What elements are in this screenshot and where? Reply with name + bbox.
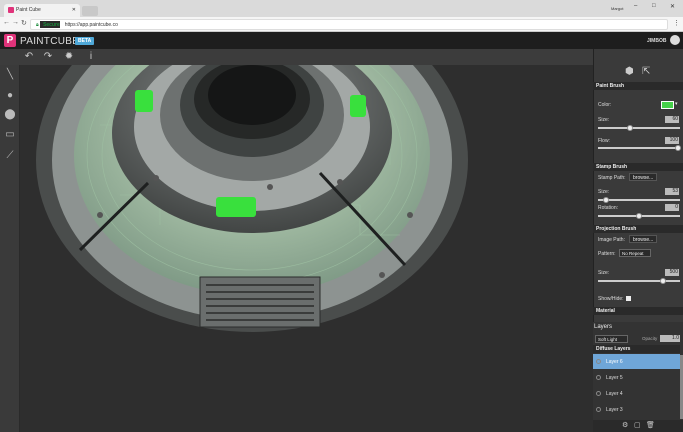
showhide-checkbox[interactable] <box>626 296 631 301</box>
pattern-select[interactable]: No Repeat <box>619 249 651 257</box>
tab-title: Paint Cube <box>16 7 41 13</box>
minimize-icon[interactable]: – <box>634 3 637 9</box>
layer-item[interactable]: Layer 3 <box>593 402 680 417</box>
maximize-icon[interactable]: □ <box>652 3 656 9</box>
layer-item[interactable]: Layer 6 <box>593 354 680 369</box>
logo-icon: P <box>4 34 16 47</box>
new-layer-icon[interactable]: ▢ <box>634 421 641 429</box>
browser-menu-icon[interactable]: ⋮ <box>673 19 680 27</box>
back-icon[interactable]: ← <box>3 19 10 26</box>
layer-name: Layer 5 <box>606 375 623 381</box>
circle-icon[interactable]: ● <box>3 89 17 103</box>
layer-name: Layer 6 <box>606 359 623 365</box>
brush-icon[interactable]: ╲ <box>3 68 17 82</box>
info-icon[interactable]: i <box>84 50 98 64</box>
delete-layer-icon[interactable]: 🗑︎ <box>646 421 655 429</box>
secure-label: Secure <box>40 21 60 28</box>
user-name[interactable]: JIMBOB <box>647 38 666 44</box>
3d-model[interactable] <box>20 65 593 432</box>
fill-icon[interactable]: ⬤ <box>3 108 17 122</box>
avatar[interactable] <box>670 35 680 45</box>
eyedropper-icon[interactable]: ⟋ <box>3 149 17 163</box>
material-header[interactable]: Material <box>593 307 683 315</box>
app-header <box>0 32 683 49</box>
paint-size-label: Size: <box>598 117 610 123</box>
layer-item[interactable]: Layer 4 <box>593 386 680 401</box>
beta-badge: BETA <box>75 37 95 45</box>
color-swatch[interactable] <box>661 101 674 109</box>
rotation-value[interactable]: 0 <box>665 204 679 211</box>
flow-value[interactable]: 100 <box>665 137 679 144</box>
flow-knob[interactable] <box>675 145 681 151</box>
projection-browse-button[interactable]: browse... <box>629 235 658 243</box>
layer-name: Layer 4 <box>606 391 623 397</box>
cube-icon[interactable]: ⬢ <box>625 66 634 77</box>
address-input[interactable]: 🔒︎ Secure https://app.paintcube.co <box>30 19 668 30</box>
stamp-size-value[interactable]: 53 <box>665 188 679 195</box>
color-dropdown-icon[interactable]: ▾ <box>675 101 678 107</box>
stamp-browse-button[interactable]: browse... <box>629 173 658 181</box>
stamp-size-knob[interactable] <box>603 197 609 203</box>
rotation-label: Rotation: <box>598 205 619 211</box>
paint-size-knob[interactable] <box>627 125 633 131</box>
stamp-size-label: Size: <box>598 189 610 195</box>
new-tab-button[interactable] <box>82 6 98 16</box>
browser-tab[interactable]: Paint Cube ✕ <box>4 4 80 17</box>
share-icon[interactable]: ⇱ <box>642 66 650 77</box>
close-window-icon[interactable]: ✕ <box>670 3 675 10</box>
reload-icon[interactable]: ↻ <box>21 19 27 27</box>
projection-size-knob[interactable] <box>660 278 666 284</box>
eraser-icon[interactable]: ▭ <box>3 128 17 142</box>
layer-name: Layer 3 <box>606 407 623 413</box>
color-label: Color: <box>598 102 612 108</box>
eye-icon[interactable] <box>596 391 601 396</box>
stamp-brush-header[interactable]: Stamp Brush <box>593 163 683 171</box>
favicon-icon <box>8 7 14 13</box>
flow-label: Flow: <box>598 138 610 144</box>
image-path-label: Image Path: <box>598 237 625 243</box>
projection-size-slider[interactable] <box>598 280 680 282</box>
layer-item[interactable]: Layer 5 <box>593 370 680 385</box>
projection-size-value[interactable]: 500 <box>665 269 679 276</box>
diffuse-layers-group[interactable]: Diffuse Layers <box>593 345 680 353</box>
layers-title: Layers <box>594 324 613 330</box>
showhide-label: Show/Hide: <box>598 296 624 302</box>
browser-tab-bar <box>0 0 683 17</box>
paint-brush-header[interactable]: Paint Brush <box>593 82 683 90</box>
eye-icon[interactable] <box>596 375 601 380</box>
projection-brush-header[interactable]: Projection Brush <box>593 225 683 233</box>
paint-size-value[interactable]: 60 <box>665 116 679 123</box>
undo-icon[interactable]: ↶ <box>22 50 36 64</box>
3d-viewport[interactable] <box>20 65 593 432</box>
opacity-value[interactable]: 1.0 <box>660 335 680 342</box>
rotation-knob[interactable] <box>636 213 642 219</box>
eye-icon[interactable] <box>596 359 601 364</box>
forward-icon[interactable]: → <box>12 19 19 26</box>
url-text: https://app.paintcube.co <box>64 22 118 28</box>
opacity-label: Opacity <box>642 336 658 341</box>
lock-icon: 🔒︎ <box>36 22 39 28</box>
layer-settings-icon[interactable]: ⚙ <box>622 421 628 429</box>
projection-size-label: Size: <box>598 270 610 276</box>
flow-slider[interactable] <box>598 147 680 149</box>
stamp-path-label: Stamp Path: <box>598 175 626 181</box>
stamp-size-slider[interactable] <box>598 199 680 201</box>
eye-icon[interactable] <box>596 407 601 412</box>
redo-icon[interactable]: ↷ <box>41 50 55 64</box>
pattern-label: Pattern: <box>598 251 616 257</box>
texture-icon[interactable]: ✹ <box>62 50 76 64</box>
brand-name: PAINTCUBE <box>20 36 80 47</box>
window-user-name: Margot <box>611 6 624 11</box>
paint-size-slider[interactable] <box>598 127 680 129</box>
blend-mode-select[interactable]: Soft Light <box>595 335 628 343</box>
close-tab-icon[interactable]: ✕ <box>72 7 76 13</box>
